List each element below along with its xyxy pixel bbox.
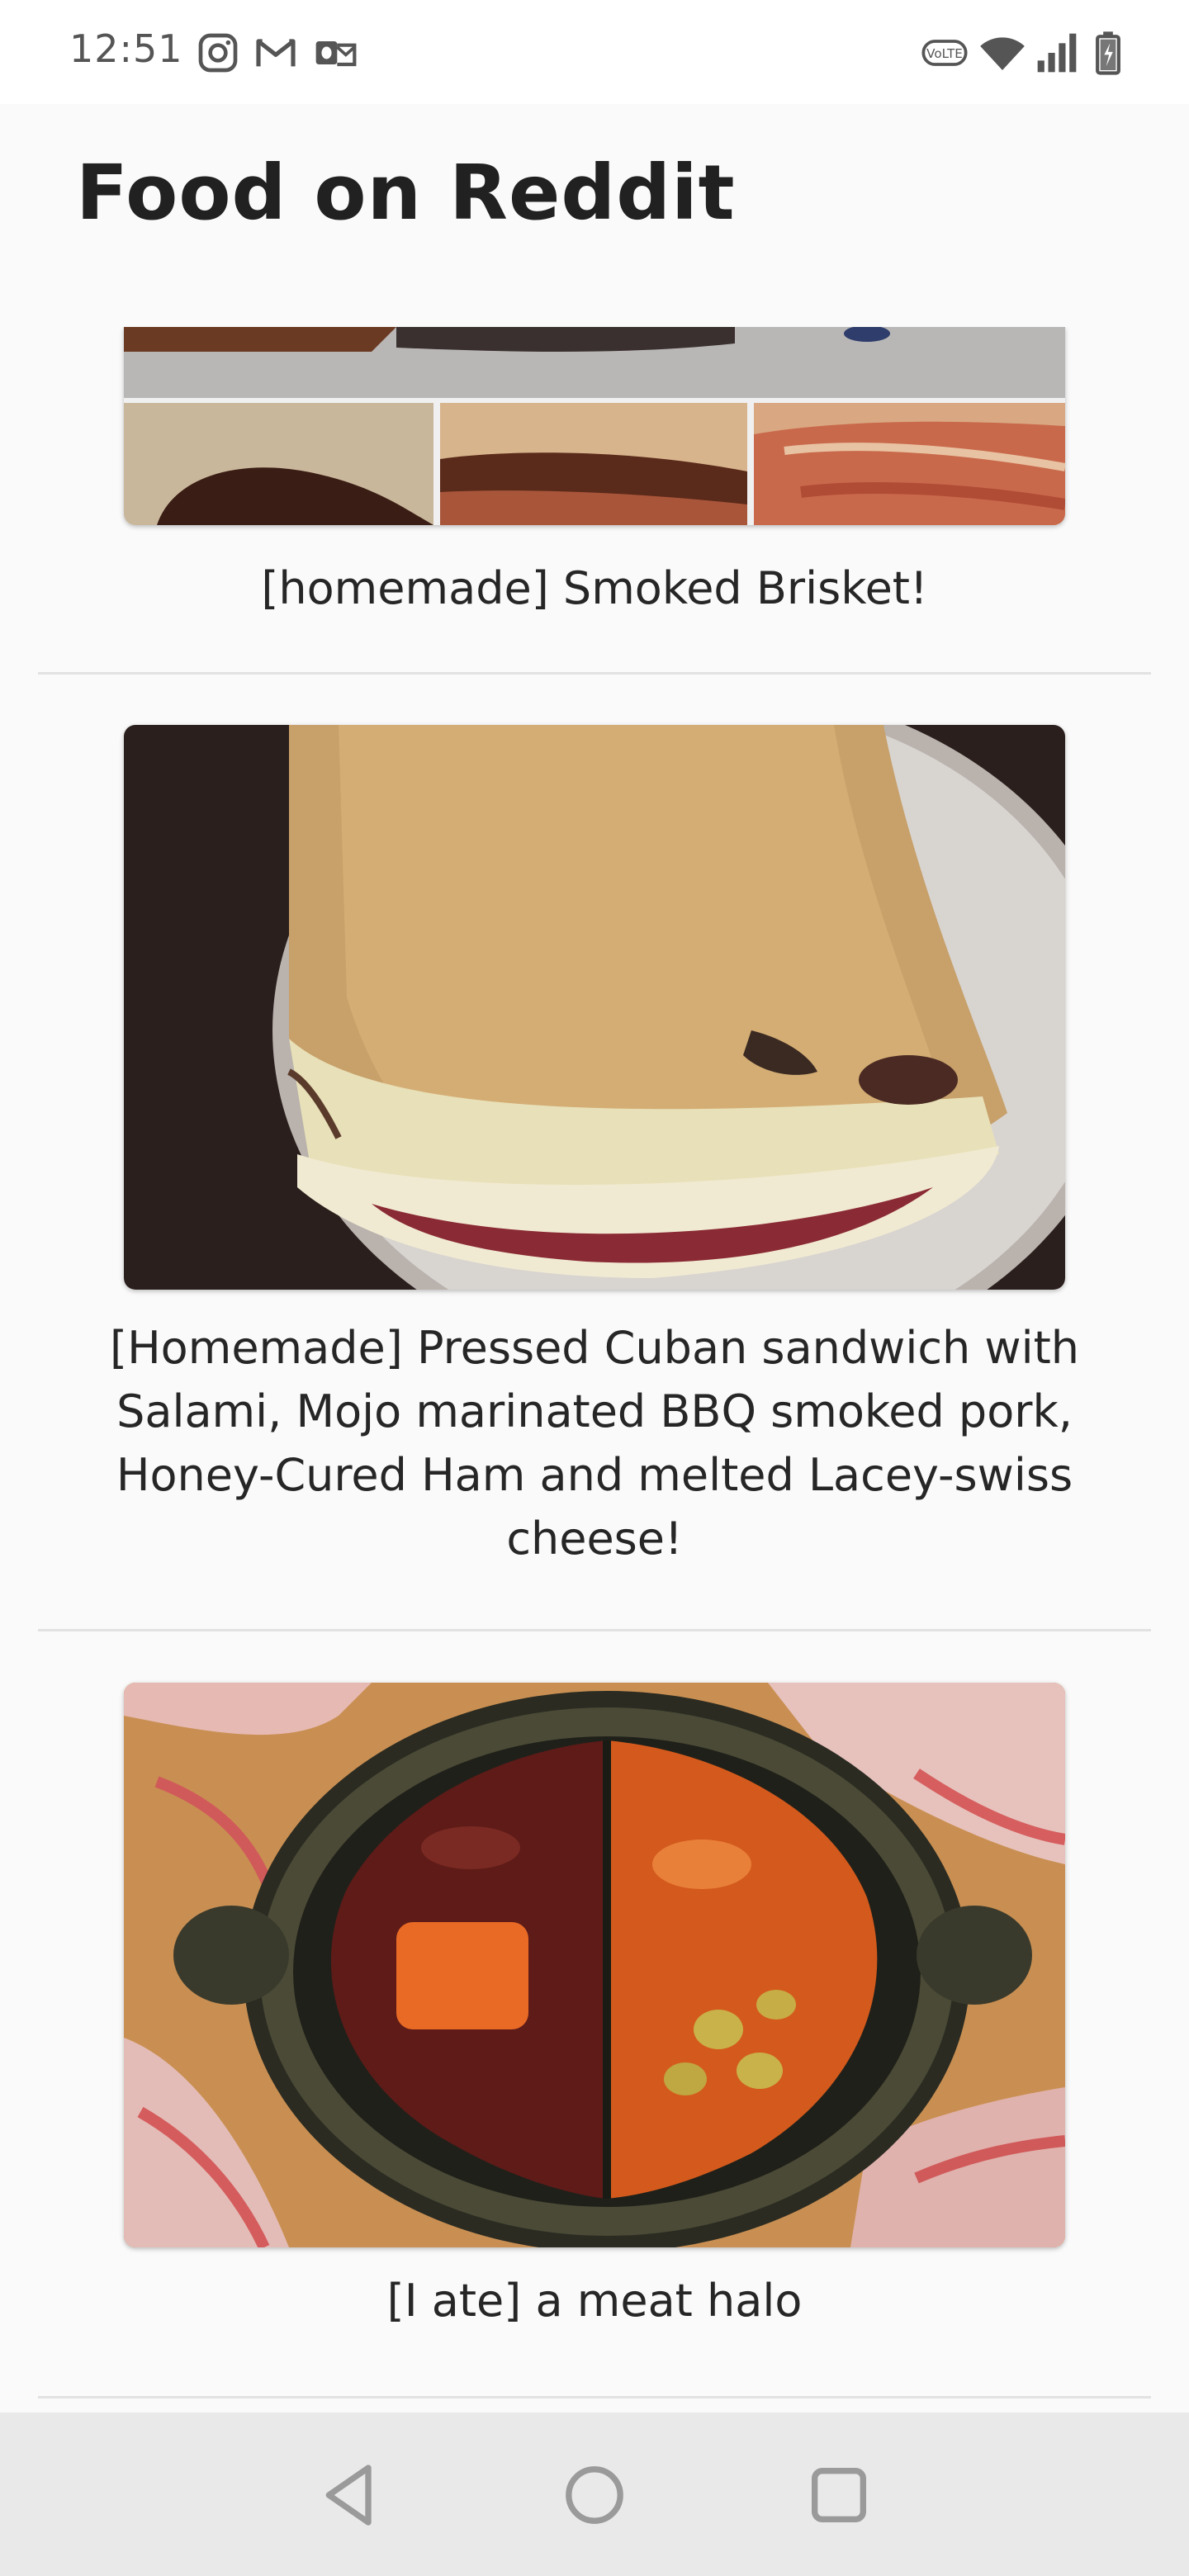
app-screen: 12:51 VoLTE Food on Reddit [homemade] Sm… [0,0,1189,2576]
post-image[interactable] [124,725,1065,1290]
gmail-icon [253,30,299,76]
status-bar: 12:51 VoLTE [0,0,1189,104]
navigation-bar [0,2413,1189,2576]
post-title[interactable]: [I ate] a meat halo [79,2269,1110,2332]
post-image[interactable] [124,327,1065,525]
wifi-icon [976,30,1029,76]
home-icon[interactable] [558,2459,631,2531]
post-card[interactable]: [Homemade] Pressed Cuban sandwich with S… [0,674,1189,1631]
signal-icon [1034,30,1080,76]
page-title: Food on Reddit [76,149,736,237]
instagram-icon [195,30,241,76]
battery-icon [1092,30,1125,76]
post-title[interactable]: [homemade] Smoked Brisket! [79,556,1110,620]
post-card[interactable]: [I ate] a meat halo [0,1631,1189,2398]
post-divider [38,2396,1151,2398]
outlook-icon [312,30,358,76]
post-card[interactable]: [homemade] Smoked Brisket! [0,327,1189,675]
recents-icon[interactable] [803,2459,875,2531]
status-time: 12:51 [69,26,183,71]
post-feed[interactable]: [homemade] Smoked Brisket! [Homemade] Pr… [0,327,1189,2413]
volte-icon: VoLTE [921,30,968,76]
volte-label: VoLTE [926,46,963,61]
post-title[interactable]: [Homemade] Pressed Cuban sandwich with S… [79,1316,1110,1570]
back-icon[interactable] [314,2459,386,2531]
post-image[interactable] [124,1683,1065,2247]
